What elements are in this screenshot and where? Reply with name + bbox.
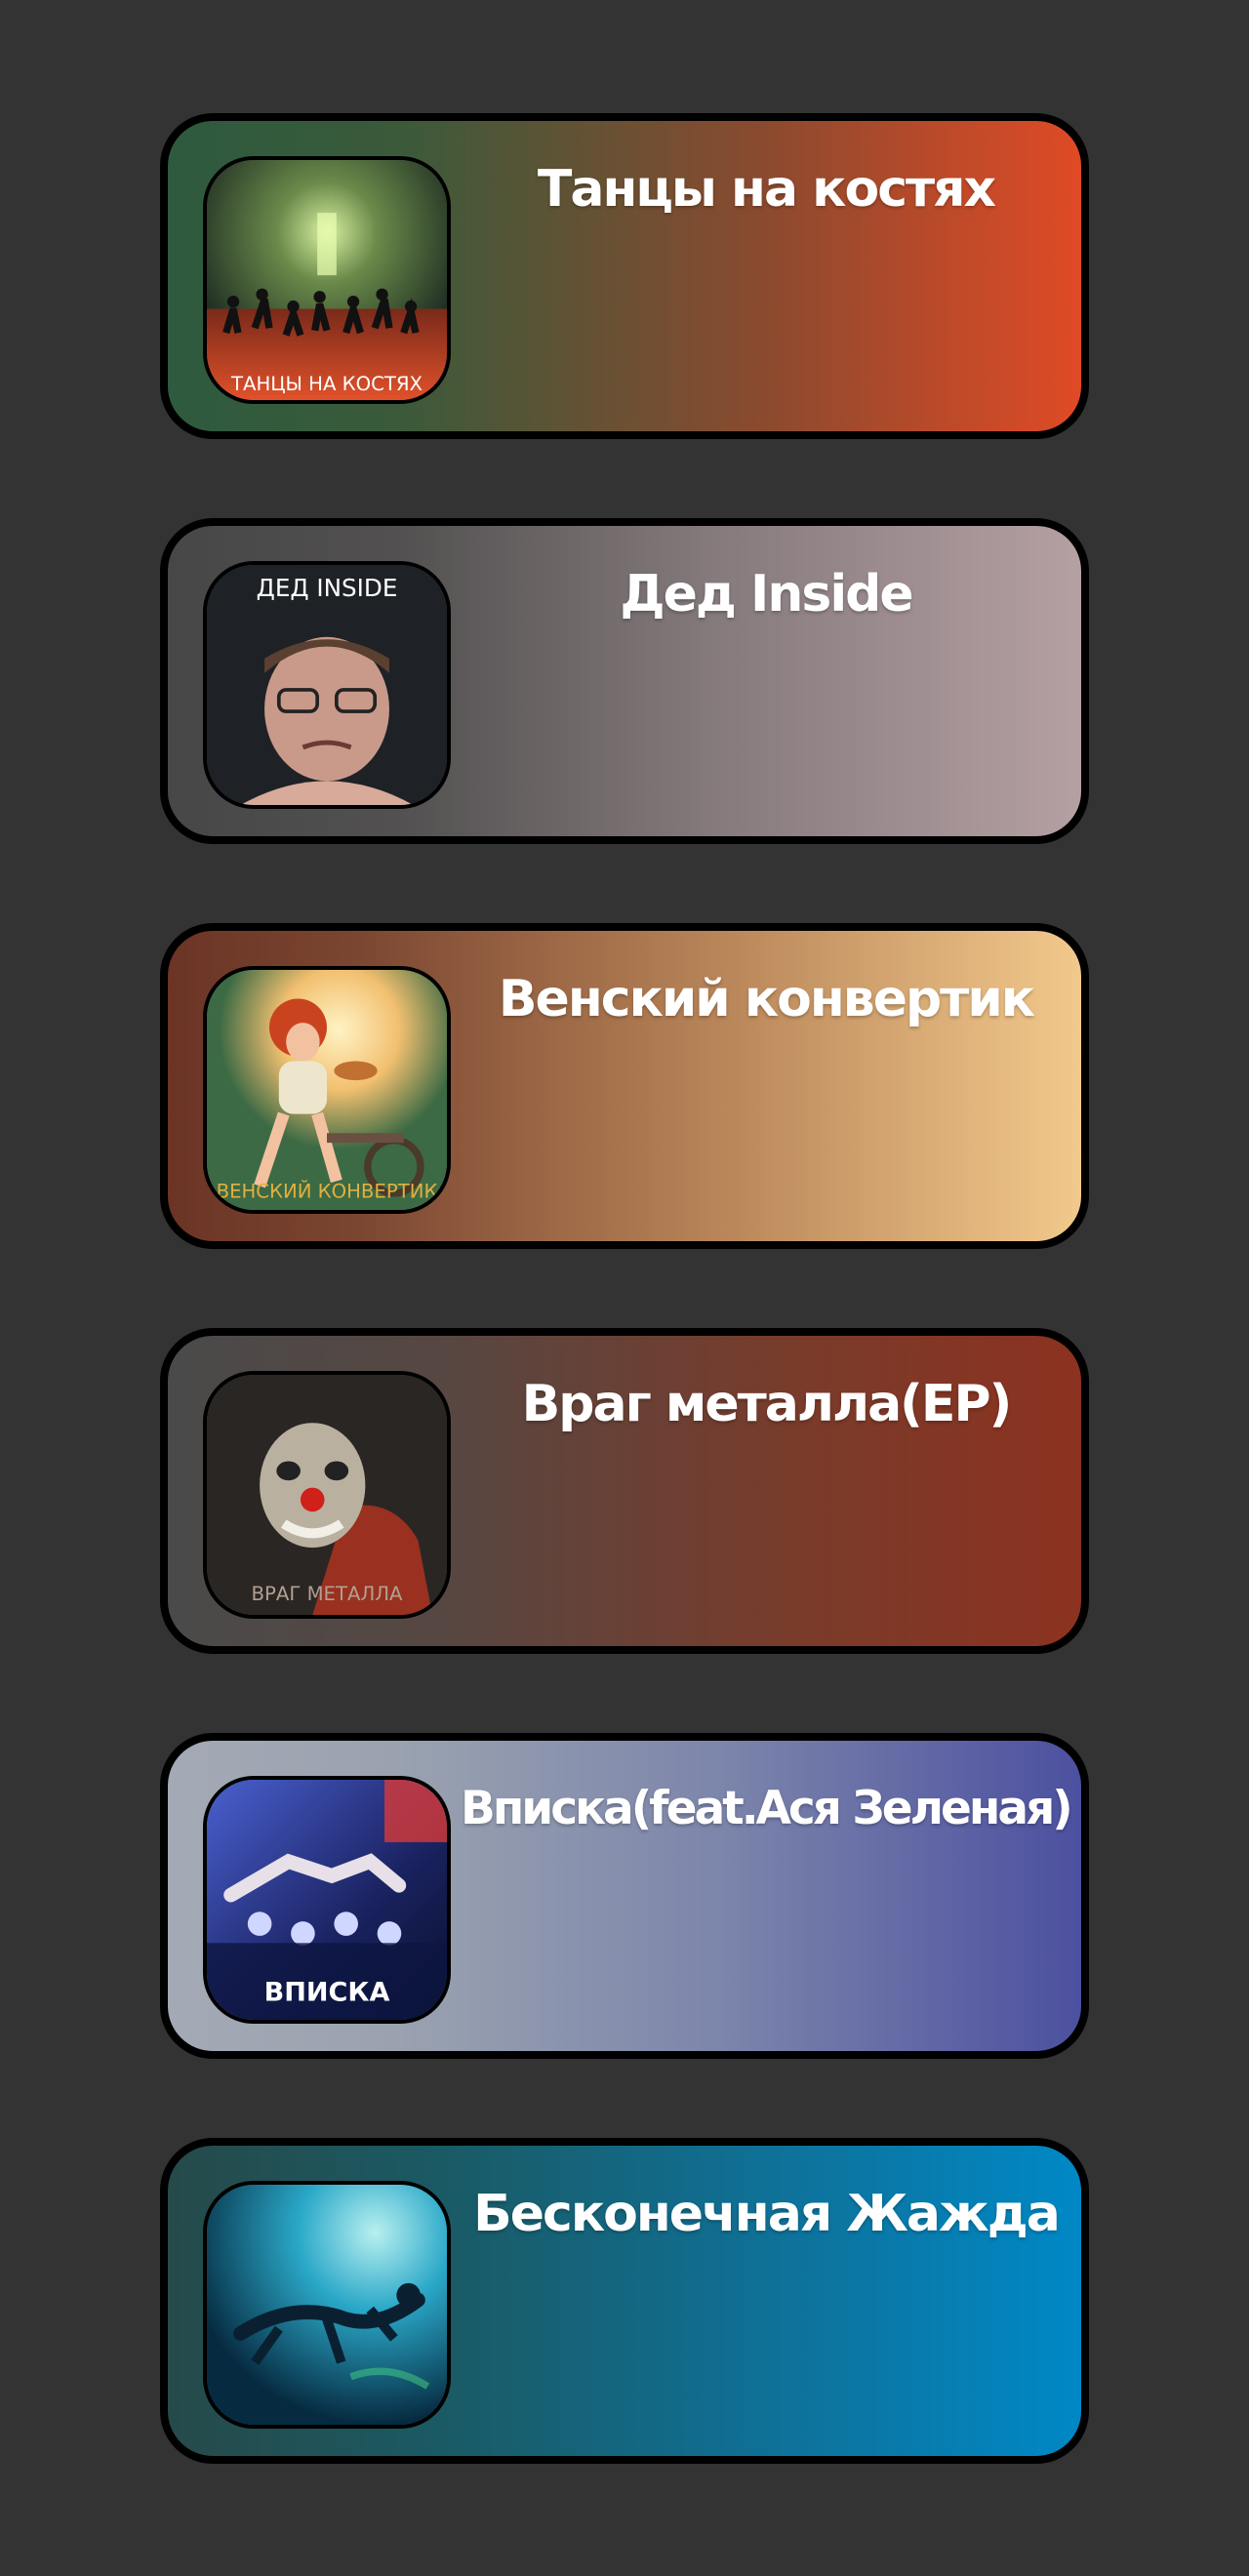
album-title: Враг металла(EP): [521, 1375, 1013, 1433]
album-cover: [203, 2181, 451, 2429]
album-card-vpiska[interactable]: ВПИСКА Вписка(feat.Ася Зеленая): [160, 1733, 1089, 2059]
cover-caption: ВЕНСКИЙ КОНВЕРТИК: [217, 1181, 438, 1203]
album-cover: ДЕД INSIDE: [203, 561, 451, 809]
album-list: ТАНЦЫ НА КОСТЯХ Танцы на костях ДЕД INSI…: [160, 113, 1089, 2464]
album-card-vrag-metalla[interactable]: ВРАГ МЕТАЛЛА Враг металла(EP): [160, 1328, 1089, 1654]
album-title: Танцы на костях: [537, 160, 996, 219]
album-title: Дед Inside: [620, 565, 913, 624]
album-card-tantsy-na-kostyah[interactable]: ТАНЦЫ НА КОСТЯХ Танцы на костях: [160, 113, 1089, 439]
cover-caption: ТАНЦЫ НА КОСТЯХ: [230, 373, 423, 395]
cover-caption: ДЕД INSIDE: [257, 574, 398, 602]
album-card-beskonechnaya-zhazhda[interactable]: Бесконечная Жажда: [160, 2138, 1089, 2464]
album-cover: ВПИСКА: [203, 1776, 451, 2024]
album-title: Бесконечная Жажда: [473, 2185, 1061, 2243]
album-title: Венский конвертик: [498, 970, 1035, 1028]
album-card-venskiy-konvertik[interactable]: ВЕНСКИЙ КОНВЕРТИК Венский конвертик: [160, 923, 1089, 1249]
cover-caption: ВРАГ МЕТАЛЛА: [252, 1583, 404, 1605]
album-cover: ВЕНСКИЙ КОНВЕРТИК: [203, 966, 451, 1214]
album-cover: ВРАГ МЕТАЛЛА: [203, 1371, 451, 1619]
album-title: Вписка(feat.Ася Зеленая): [461, 1782, 1073, 1835]
album-card-ded-inside[interactable]: ДЕД INSIDE Дед Inside: [160, 518, 1089, 844]
cover-caption: ВПИСКА: [264, 1977, 390, 2007]
album-cover: ТАНЦЫ НА КОСТЯХ: [203, 156, 451, 404]
